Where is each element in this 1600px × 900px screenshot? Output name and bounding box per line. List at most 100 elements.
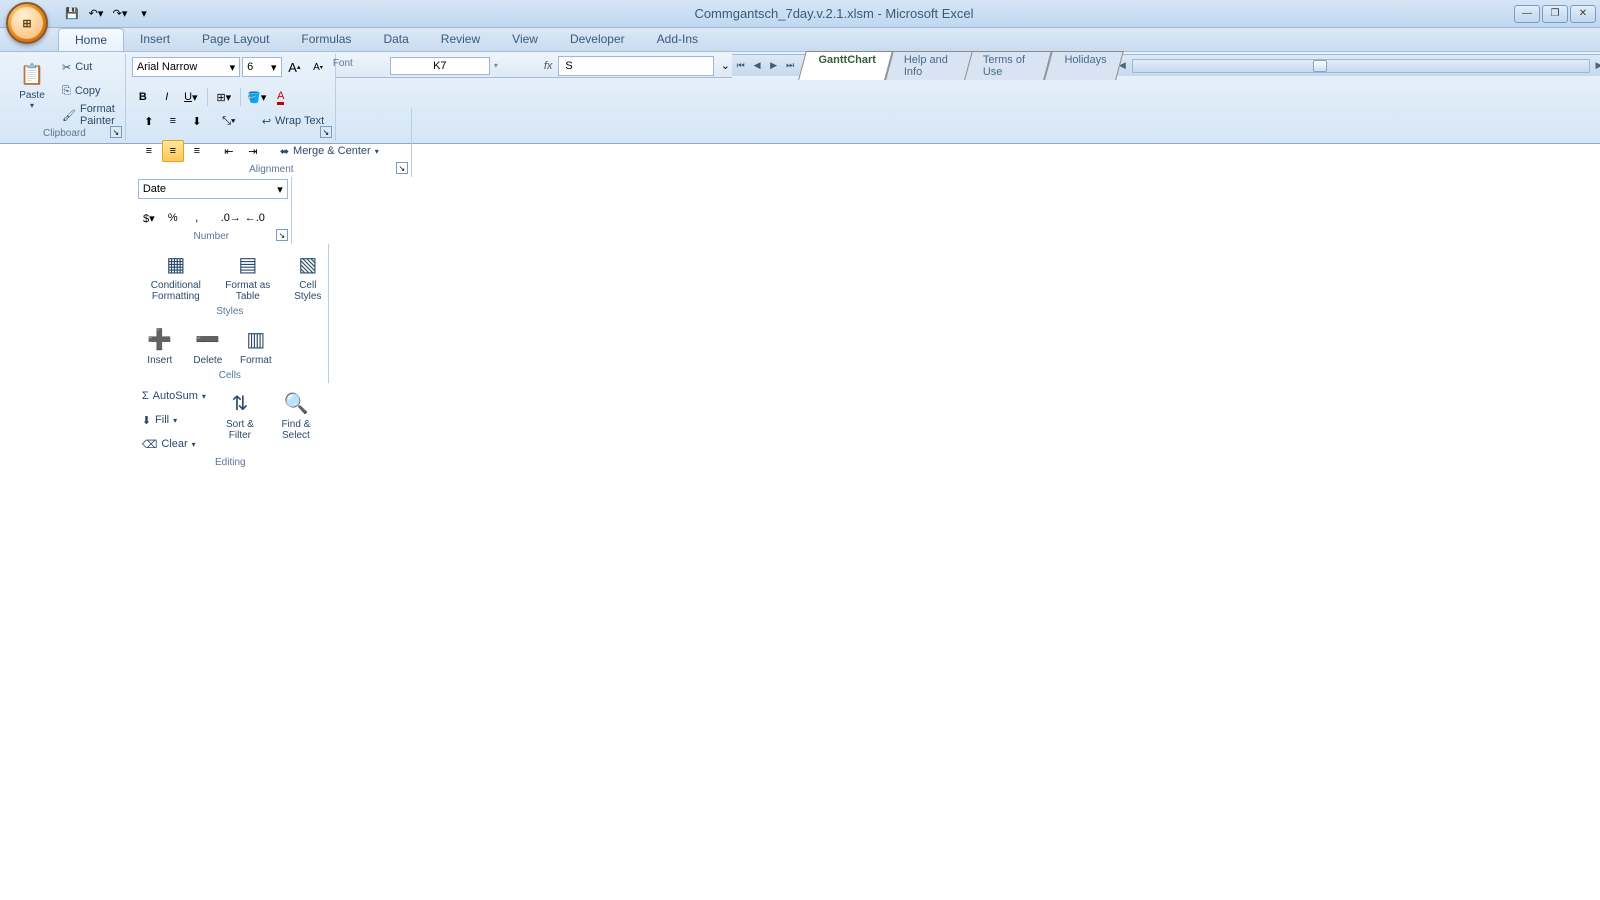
ribbon-tab-home[interactable]: Home	[58, 28, 124, 51]
orientation-icon[interactable]: ⤡▾	[218, 110, 240, 132]
merge-center-button[interactable]: ⬌Merge & Center▾	[276, 140, 383, 162]
format-as-table-button[interactable]: ▤Format as Table	[218, 246, 278, 304]
conditional-formatting-button[interactable]: ▦Conditional Formatting	[138, 246, 214, 304]
ribbon-tab-data[interactable]: Data	[367, 28, 424, 51]
font-label: Font	[333, 56, 353, 71]
copy-button[interactable]: ⎘Copy	[58, 80, 119, 102]
save-icon[interactable]: 💾	[62, 4, 82, 24]
paste-label: Paste	[19, 90, 45, 101]
clear-button[interactable]: ⌫Clear▾	[138, 433, 210, 455]
align-top-icon[interactable]: ⬆	[138, 110, 160, 132]
ribbon-tabs: HomeInsertPage LayoutFormulasDataReviewV…	[0, 28, 1600, 52]
alignment-dialog-launcher[interactable]: ↘	[396, 162, 408, 174]
cell-styles-button[interactable]: ▧Cell Styles	[282, 246, 334, 304]
ribbon-tab-developer[interactable]: Developer	[554, 28, 641, 51]
group-font: Arial Narrow▾ 6▾ A▴ A▾ B I U▾ ⊞▾ 🪣▾ A Fo…	[126, 54, 336, 141]
decrease-decimal-icon[interactable]: ←.0	[244, 207, 266, 229]
clipboard-dialog-launcher[interactable]: ↘	[110, 126, 122, 138]
number-dialog-launcher[interactable]: ↘	[276, 229, 288, 241]
formula-expand-icon[interactable]: ⌄	[718, 59, 732, 72]
formula-bar[interactable]	[558, 56, 714, 76]
sheet-tab-bar: ⏮ ◀ ▶ ⏭ GanttChartHelp and InfoTerms of …	[732, 54, 1600, 76]
grow-font-icon[interactable]: A▴	[284, 56, 306, 78]
align-bottom-icon[interactable]: ⬇	[186, 110, 208, 132]
font-size-select[interactable]: 6▾	[242, 57, 281, 77]
cut-button[interactable]: ✂Cut	[58, 56, 119, 78]
align-center-icon[interactable]: ≡	[162, 140, 184, 162]
copy-icon: ⎘	[62, 85, 71, 98]
hscroll-right-icon[interactable]: ▶	[1596, 60, 1600, 71]
alignment-label: Alignment	[138, 162, 405, 177]
italic-button[interactable]: I	[156, 86, 178, 108]
group-alignment: ⬆ ≡ ⬇ ⤡▾ ↩Wrap Text ≡ ≡ ≡ ⇤ ⇥ ⬌Merge & C…	[132, 108, 412, 177]
undo-icon[interactable]: ↶▾	[86, 4, 106, 24]
name-box[interactable]	[390, 57, 490, 75]
clipboard-label: Clipboard	[10, 126, 119, 141]
align-right-icon[interactable]: ≡	[186, 140, 208, 162]
maximize-button[interactable]: ❐	[1542, 5, 1568, 23]
fill-color-button[interactable]: 🪣▾	[246, 86, 268, 108]
autosum-button[interactable]: ΣAutoSum▾	[138, 385, 210, 407]
font-name-select[interactable]: Arial Narrow▾	[132, 57, 240, 77]
insert-cells-button[interactable]: ➕Insert	[138, 321, 182, 368]
eraser-icon: ⌫	[142, 438, 158, 451]
bold-button[interactable]: B	[132, 86, 154, 108]
delete-cells-button[interactable]: ➖Delete	[186, 321, 230, 368]
sheet-tab-terms-of-use[interactable]: Terms of Use	[965, 51, 1053, 80]
border-button[interactable]: ⊞▾	[213, 86, 235, 108]
underline-button[interactable]: U▾	[180, 86, 202, 108]
group-editing: ΣAutoSum▾ ⬇Fill▾ ⌫Clear▾ ⇅Sort & Filter …	[132, 383, 329, 470]
ribbon-tab-page-layout[interactable]: Page Layout	[186, 28, 285, 51]
sort-filter-button[interactable]: ⇅Sort & Filter	[214, 385, 266, 443]
align-middle-icon[interactable]: ≡	[162, 110, 184, 132]
shrink-font-icon[interactable]: A▾	[307, 56, 329, 78]
name-box-dropdown[interactable]: ▾	[494, 61, 498, 70]
sheet-tab-ganttchart[interactable]: GanttChart	[798, 51, 893, 80]
tab-next-icon[interactable]: ▶	[765, 57, 781, 75]
tab-prev-icon[interactable]: ◀	[749, 57, 765, 75]
wrap-icon: ↩	[262, 115, 271, 128]
formula-bar-row: ▾ fx ⌄	[336, 54, 733, 78]
title-bar: ⊞ 💾 ↶▾ ↷▾ ▾ Commgantsch_7day.v.2.1.xlsm …	[0, 0, 1600, 28]
ribbon-tab-review[interactable]: Review	[425, 28, 496, 51]
comma-icon[interactable]: ,	[186, 207, 208, 229]
currency-icon[interactable]: $▾	[138, 207, 160, 229]
sheet-tab-holidays[interactable]: Holidays	[1044, 51, 1124, 80]
group-number: Date▾ $▾ % , .0→ ←.0 Number ↘	[132, 177, 292, 244]
paste-button[interactable]: 📋Paste▾	[10, 56, 54, 112]
percent-icon[interactable]: %	[162, 207, 184, 229]
horizontal-scrollbar[interactable]	[1132, 59, 1590, 73]
sigma-icon: Σ	[142, 390, 149, 402]
wrap-text-button[interactable]: ↩Wrap Text	[258, 110, 328, 132]
tab-first-icon[interactable]: ⏮	[732, 57, 748, 75]
minimize-button[interactable]: —	[1514, 5, 1540, 23]
align-left-icon[interactable]: ≡	[138, 140, 160, 162]
fill-button[interactable]: ⬇Fill▾	[138, 409, 210, 431]
close-button[interactable]: ✕	[1570, 5, 1596, 23]
increase-decimal-icon[interactable]: .0→	[220, 207, 242, 229]
group-cells: ➕Insert ➖Delete ▥Format Cells	[132, 319, 329, 383]
format-cells-button[interactable]: ▥Format	[234, 321, 278, 368]
cells-label: Cells	[138, 368, 322, 383]
find-select-button[interactable]: 🔍Find & Select	[270, 385, 322, 443]
ribbon-tab-formulas[interactable]: Formulas	[285, 28, 367, 51]
qat-customize-icon[interactable]: ▾	[134, 4, 154, 24]
redo-icon[interactable]: ↷▾	[110, 4, 130, 24]
decrease-indent-icon[interactable]: ⇤	[218, 140, 240, 162]
scissors-icon: ✂	[62, 61, 71, 74]
tab-last-icon[interactable]: ⏭	[782, 57, 798, 75]
merge-icon: ⬌	[280, 145, 289, 158]
ribbon-tab-view[interactable]: View	[496, 28, 554, 51]
quick-access-toolbar: 💾 ↶▾ ↷▾ ▾	[62, 4, 154, 24]
sheet-tab-help-and-info[interactable]: Help and Info	[885, 51, 973, 80]
styles-label: Styles	[138, 304, 322, 319]
number-format-select[interactable]: Date▾	[138, 179, 288, 199]
increase-indent-icon[interactable]: ⇥	[242, 140, 264, 162]
font-color-button[interactable]: A	[270, 86, 292, 108]
ribbon-tab-insert[interactable]: Insert	[124, 28, 186, 51]
ribbon-tab-add-ins[interactable]: Add-Ins	[641, 28, 714, 51]
office-button[interactable]: ⊞	[6, 2, 48, 44]
fx-button[interactable]: fx	[538, 60, 559, 72]
editing-label: Editing	[138, 455, 323, 470]
format-painter-button[interactable]: 🖌Format Painter	[58, 104, 119, 126]
